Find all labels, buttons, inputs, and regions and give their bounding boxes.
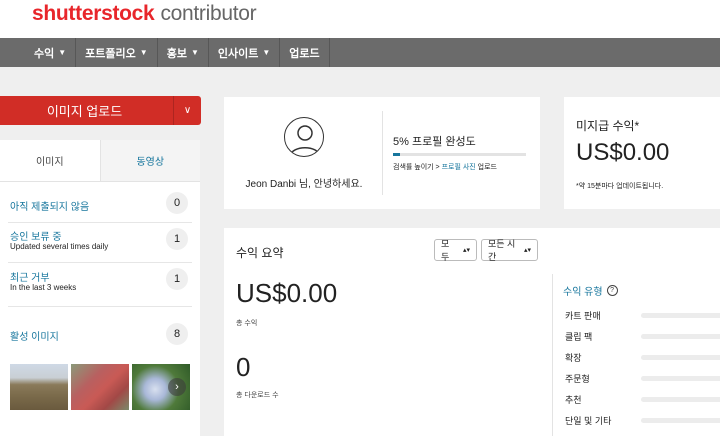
user-silhouette-icon [289,125,321,156]
nav-label: 업로드 [289,47,320,60]
profile-hint: 검색률 높이기 > 프로필 사진 업로드 [393,162,497,172]
earnings-type-bar [641,334,720,339]
stat-sublabel: Updated several times daily [10,242,109,251]
main-nav: 수익 ▼ 포트폴리오 ▼ 홍보 ▼ 인사이트 ▼ 업로드 [0,38,720,67]
profile-card: Jeon Danbi 님, 안녕하세요. 5% 프로필 완성도 검색률 높이기 … [224,97,540,209]
divider [8,306,192,307]
total-earnings-amount: US$0.00 [236,278,338,308]
select-value: 모든 시간 [488,239,516,262]
stat-label: 아직 제출되지 않음 [10,202,90,213]
unpaid-earnings-note: *약 15분마다 업데이트됩니다. [576,183,664,190]
profile-photo-link[interactable]: 프로필 사진 [442,164,476,171]
nav-item-portfolio[interactable]: 포트폴리오 ▼ [76,38,158,67]
stat-label: 승인 보류 중 [10,232,62,243]
select-arrows-icon: ▴▾ [523,247,531,254]
thumbnail-red-machine-photo[interactable] [71,364,129,410]
earnings-summary-title: 수익 요약 [236,246,284,260]
divider [382,111,383,195]
shutterstock-logo[interactable]: shutterstock contributor [32,2,257,26]
stat-count: 0 [166,192,188,214]
time-filter-select[interactable]: 모든 시간 ▴▾ [481,239,538,262]
stat-label: 활성 이미지 [10,332,59,343]
stat-recently-rejected[interactable]: 최근 거부 In the last 3 weeks 1 [0,264,200,304]
nav-item-earnings[interactable]: 수익 ▼ [0,38,77,67]
chevron-down-icon: ▼ [190,48,199,57]
nav-label: 포트폴리오 [85,47,136,60]
chevron-down-icon: ▼ [58,48,67,57]
earnings-type-label: 단일 및 기타 [565,416,612,426]
nav-item-promote[interactable]: 홍보 ▼ [158,38,209,67]
chevron-down-icon: ▼ [139,48,148,57]
hint-prefix: 검색률 높이기 > [393,164,442,171]
chevron-down-icon: ▼ [262,48,271,57]
stat-count: 1 [166,268,188,290]
profile-progress-bar [393,153,526,156]
logo-brand: shutterstock [32,2,155,25]
stat-sublabel: In the last 3 weeks [10,283,77,292]
divider [8,222,192,223]
select-value: 모두 [441,239,450,262]
hint-suffix: 업로드 [475,164,497,171]
stat-count: 8 [166,323,188,345]
earnings-type-label: 추천 [565,395,582,405]
unpaid-earnings-amount: US$0.00 [576,139,670,166]
nav-label: 인사이트 [217,47,259,60]
earnings-summary-card: 수익 요약 모두 ▴▾ 모든 시간 ▴▾ US$0.00 총 수익 0 총 다운로드… [224,228,720,436]
total-downloads-count: 0 [236,352,251,382]
total-downloads-label: 총 다운로드 수 [236,392,279,399]
earnings-type-bar [641,418,720,423]
earnings-type-row: 주문형 [563,372,720,386]
top-header: shutterstock contributor [0,0,720,38]
stat-label: 최근 거부 [10,273,50,284]
earnings-type-row: 단일 및 기타 [563,414,720,428]
total-earnings-label: 총 수익 [236,320,258,327]
nav-item-upload[interactable]: 업로드 [280,38,330,67]
greeting-text: Jeon Danbi 님, 안녕하세요. [245,179,363,190]
earnings-type-row: 카트 판매 [563,309,720,323]
profile-progress-fill [393,153,400,156]
chevron-down-icon: ∨ [183,105,192,116]
earnings-type-label: 확장 [565,353,582,363]
earnings-types-title[interactable]: 수익 유형? [563,283,618,298]
stat-count: 1 [166,228,188,250]
earnings-type-label: 클립 팩 [565,332,593,342]
divider [552,274,553,436]
nav-label: 홍보 [166,47,187,60]
earnings-type-bar [641,376,720,381]
media-tabs: 이미지 동영상 [0,140,200,182]
earnings-type-label: 주문형 [565,374,590,384]
logo-product: contributor [160,2,257,25]
divider [8,262,192,263]
nav-item-insights[interactable]: 인사이트 ▼ [209,38,281,67]
upload-button-label[interactable]: 이미지 업로드 [0,96,173,125]
stat-not-submitted[interactable]: 아직 제출되지 않음 0 [0,184,200,224]
help-icon[interactable]: ? [606,285,618,296]
unpaid-earnings-title: 미지급 수익* [576,119,640,133]
earnings-type-bar [641,355,720,360]
thumbnail-field-photo[interactable] [10,364,68,410]
upload-dropdown-toggle[interactable]: ∨ [173,96,201,125]
nav-label: 수익 [34,47,55,60]
earnings-type-row: 확장 [563,351,720,365]
earnings-type-bar [641,397,720,402]
type-filter-select[interactable]: 모두 ▴▾ [434,239,477,262]
select-arrows-icon: ▴▾ [462,247,470,254]
earnings-type-bar [641,313,720,318]
profile-completion-title: 5% 프로필 완성도 [393,136,476,148]
unpaid-earnings-card: 미지급 수익* US$0.00 *약 15분마다 업데이트됩니다. [564,97,720,209]
chevron-right-icon[interactable]: › [168,378,186,396]
earnings-type-label: 카트 판매 [565,311,601,321]
stat-active-images[interactable]: 활성 이미지 8 [0,316,200,356]
stat-pending-review[interactable]: 승인 보류 중 Updated several times daily 1 [0,224,200,264]
earnings-type-row: 추천 [563,393,720,407]
earnings-types-label: 수익 유형 [563,287,603,298]
upload-images-button[interactable]: 이미지 업로드 ∨ [0,96,201,125]
avatar[interactable] [284,117,324,157]
tab-videos[interactable]: 동영상 [100,140,200,181]
tab-images[interactable]: 이미지 [0,140,101,181]
earnings-type-row: 클립 팩 [563,330,720,344]
